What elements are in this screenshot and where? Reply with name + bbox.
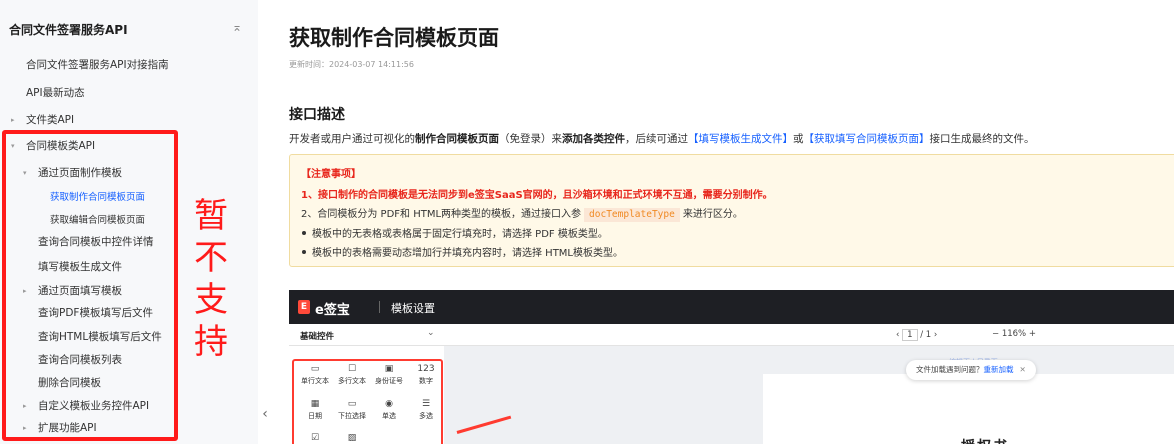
caret-right-icon[interactable]: ▸ [11, 113, 15, 127]
control-label: 下拉选择 [338, 412, 366, 420]
page-total: / 1 [920, 330, 932, 340]
text-field-icon: ▭ [310, 364, 320, 374]
radio-icon: ◉ [385, 399, 393, 409]
notice-bullet-2: 模板中的表格需要动态增加行并填充内容时，请选择 HTML模板类型。 [301, 244, 623, 259]
control-date[interactable]: ▦ 日期 [296, 399, 334, 421]
sidebar: 合同文件签署服务API ⌅ 合同文件签署服务API对接指南 API最新动态 ▸ … [0, 0, 258, 444]
desc-text: 或 [793, 133, 804, 145]
control-label: 数字 [419, 377, 433, 385]
desc-text: 开发者或用户通过可视化的 [289, 133, 415, 145]
annotation-box [2, 130, 178, 441]
divider [379, 301, 380, 313]
notice-text: 模板中的表格需要动态增加行并填充内容时，请选择 HTML模板类型。 [312, 248, 624, 259]
zoom-level: 116% [1001, 329, 1027, 339]
annotation-char: 暂 [194, 196, 228, 236]
control-label: 多选 [419, 412, 433, 420]
basic-controls-label: 基础控件 [300, 332, 335, 342]
zoom-in-icon[interactable]: + [1029, 329, 1036, 339]
annotation-char: 不 [194, 238, 228, 278]
control-single-text[interactable]: ▭ 单行文本 [296, 364, 334, 386]
id-card-icon: ▣ [384, 364, 394, 374]
document-heading: 授权书 [961, 436, 1009, 444]
prev-page-icon[interactable]: ‹ [896, 330, 899, 340]
chevron-down-icon[interactable]: ⌄ [427, 328, 435, 338]
control-multi-text[interactable]: ☐ 多行文本 [333, 364, 371, 386]
control-check[interactable]: ☑ [296, 433, 334, 444]
notice-text: 2、合同模板分为 PDF和 HTML两种类型的模板，通过接口入参 [301, 209, 582, 220]
update-time: 更新时间：2024-03-07 14:11:56 [289, 60, 414, 69]
toast-text: 文件加载遇到问题？ [916, 365, 984, 374]
brand-name: e签宝 [315, 303, 350, 318]
preview-toolbar: 基础控件 ⌄ ‹ 1 / 1 › − 116% + [289, 324, 1174, 346]
dropdown-icon: ▭ [347, 399, 357, 409]
section-title: 接口描述 [289, 107, 345, 123]
preview-topbar: E e签宝 模板设置 [289, 290, 1174, 324]
calendar-icon: ▦ [310, 399, 320, 409]
close-icon[interactable]: ✕ [1020, 365, 1026, 374]
sidebar-item-guide[interactable]: 合同文件签署服务API对接指南 [26, 58, 169, 72]
annotation-char: 支 [194, 280, 228, 320]
next-page-icon[interactable]: › [934, 330, 937, 340]
document-canvas [763, 374, 1174, 444]
notice-box: 【注意事项】 1、接口制作的合同模板是无法同步到e签宝SaaS官网的，且沙箱环境… [289, 154, 1174, 267]
annotation-arrow [456, 415, 512, 434]
image-icon: ▨ [347, 433, 357, 443]
desc-text: （免登录）来 [499, 133, 562, 145]
esign-logo-icon: E [298, 300, 310, 314]
notice-line-2: 2、合同模板分为 PDF和 HTML两种类型的模板，通过接口入参 docTempl… [301, 205, 743, 222]
desc-text: ，后续可通过 [625, 133, 688, 145]
sidebar-title: 合同文件签署服务API [9, 23, 128, 37]
zoom-out-icon[interactable]: − [992, 329, 999, 339]
main-content: 获取制作合同模板页面 更新时间：2024-03-07 14:11:56 接口描述… [258, 0, 1174, 444]
preview-bar-title: 模板设置 [391, 302, 435, 315]
code-tag: docTemplateType [584, 208, 680, 222]
reload-link[interactable]: 重新加载 [984, 365, 1014, 374]
textarea-icon: ☐ [347, 364, 357, 374]
link-fill-template[interactable]: 【填写模板生成文件】 [688, 133, 793, 145]
reload-toast: 文件加载遇到问题？重新加载 ✕ [906, 360, 1036, 380]
annotation-char: 持 [194, 322, 228, 362]
notice-line-1: 1、接口制作的合同模板是无法同步到e签宝SaaS官网的，且沙箱环境和正式环境不互… [301, 190, 773, 201]
notice-bullet-1: 模板中的无表格或表格属于固定行填充时，请选择 PDF 模板类型。 [301, 225, 608, 240]
control-dropdown[interactable]: ▭ 下拉选择 [333, 399, 371, 421]
control-number[interactable]: 123 数字 [407, 364, 445, 386]
control-image[interactable]: ▨ [333, 433, 371, 444]
control-label: 多行文本 [338, 377, 366, 385]
sidebar-item-news[interactable]: API最新动态 [26, 86, 85, 100]
description: 开发者或用户通过可视化的制作合同模板页面（免登录）来添加各类控件，后续可通过【填… [289, 131, 1035, 146]
link-get-fill-page[interactable]: 【获取填写合同模板页面】 [804, 133, 930, 145]
desc-bold: 制作合同模板页面 [415, 133, 499, 145]
control-label: 单行文本 [301, 377, 329, 385]
desc-bold: 添加各类控件 [562, 133, 625, 145]
control-checkbox[interactable]: ☰ 多选 [407, 399, 445, 421]
control-id-number[interactable]: ▣ 身份证号 [370, 364, 408, 386]
sidebar-item-file-api[interactable]: 文件类API [26, 113, 74, 127]
list-icon: ☰ [421, 399, 431, 409]
page-title: 获取制作合同模板页面 [289, 26, 499, 50]
bullet-icon [302, 231, 306, 235]
control-label: 身份证号 [375, 377, 403, 385]
control-label: 单选 [382, 412, 396, 420]
pager: ‹ 1 / 1 › [896, 329, 937, 341]
bullet-icon [302, 250, 306, 254]
notice-text: 来进行区分。 [682, 209, 743, 220]
notice-text: 模板中的无表格或表格属于固定行填充时，请选择 PDF 模板类型。 [312, 229, 608, 240]
checkbox-icon: ☑ [310, 433, 320, 443]
control-radio[interactable]: ◉ 单选 [370, 399, 408, 421]
notice-heading: 【注意事项】 [301, 169, 361, 180]
preview-screenshot: E e签宝 模板设置 基础控件 ⌄ ‹ 1 / 1 › − 116% + ▭ 单行… [289, 290, 1174, 444]
zoom-control: − 116% + [992, 329, 1036, 339]
collapse-icon[interactable]: ⌅ [232, 20, 242, 34]
desc-text: 接口生成最终的文件。 [929, 133, 1035, 145]
number-icon: 123 [417, 364, 435, 374]
page-input[interactable]: 1 [902, 329, 918, 341]
control-label: 日期 [308, 412, 322, 420]
